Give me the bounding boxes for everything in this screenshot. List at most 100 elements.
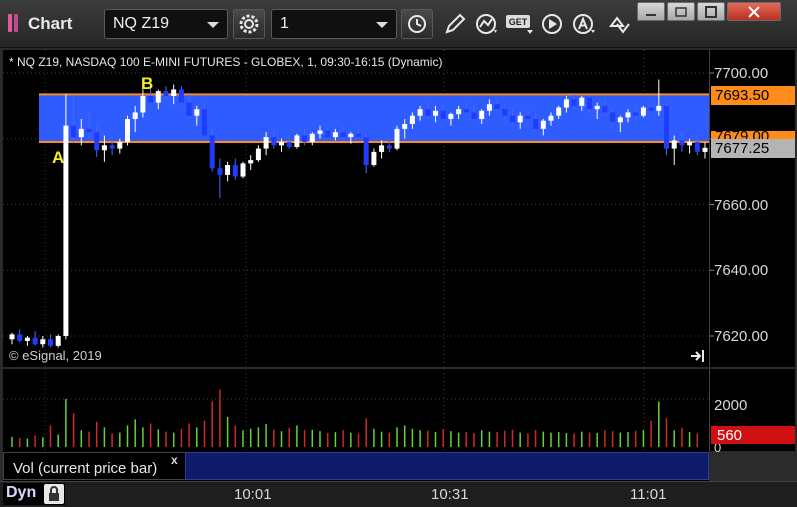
candle-body	[671, 140, 677, 149]
link-button[interactable]	[603, 10, 633, 38]
maximize-button[interactable]	[697, 2, 725, 21]
studies-button[interactable]	[472, 10, 502, 38]
candle-body	[55, 336, 61, 346]
candle-body	[78, 128, 84, 138]
candle-body	[148, 96, 154, 103]
price-plot-area[interactable]	[3, 50, 709, 367]
interval-input[interactable]: 1	[271, 9, 397, 39]
candle-body	[525, 115, 531, 120]
candle-body	[240, 163, 246, 177]
candle-body	[471, 112, 477, 120]
candle-body	[540, 120, 546, 129]
minimize-button[interactable]	[637, 2, 665, 21]
jump-to-end-icon	[691, 350, 704, 362]
candle-body	[440, 110, 446, 120]
candle-body	[325, 130, 331, 138]
candle-body	[101, 145, 107, 151]
candle-body	[178, 89, 184, 103]
candle-body	[517, 115, 523, 123]
candle-body	[32, 337, 38, 345]
chevron-down-icon[interactable]	[207, 22, 219, 28]
maximize-icon	[705, 5, 717, 18]
candle-body	[640, 107, 646, 116]
candle-body	[417, 109, 423, 116]
candle-body	[510, 115, 515, 123]
link-icon	[609, 16, 630, 34]
close-button[interactable]	[727, 2, 781, 21]
candle-body	[363, 137, 369, 166]
candle-body	[548, 115, 554, 121]
candle-body	[602, 105, 608, 113]
study-icon	[476, 14, 497, 34]
time-tick: 10:31	[431, 486, 469, 503]
candle-body	[209, 135, 215, 169]
candle-body	[633, 112, 639, 116]
candle-body	[24, 337, 30, 341]
candle-body	[371, 151, 377, 166]
current-price-tag: 7677.25	[711, 139, 795, 158]
candle-body	[648, 107, 654, 111]
candle-body	[217, 168, 223, 175]
candle-body	[379, 145, 385, 152]
candle-body	[617, 117, 623, 123]
copyright: © eSignal, 2019	[9, 348, 102, 363]
candle-body	[479, 110, 485, 120]
candle-body	[332, 132, 338, 138]
settings-button[interactable]	[233, 9, 265, 39]
candle-body	[433, 110, 438, 116]
close-icon	[748, 5, 760, 18]
price-tick: 7700.00	[714, 65, 769, 82]
candle-body	[394, 128, 400, 149]
jump-to-end-button[interactable]	[690, 349, 706, 368]
time-axis[interactable]	[0, 481, 797, 507]
restore-button[interactable]	[667, 2, 695, 21]
play-icon	[542, 14, 562, 34]
close-study-icon[interactable]: x	[171, 453, 178, 467]
draw-tool-button[interactable]	[440, 10, 470, 38]
minimize-icon	[646, 13, 656, 16]
candle-body	[140, 96, 146, 113]
candle-body	[463, 109, 469, 113]
volume-legend[interactable]: Vol (current price bar)	[3, 452, 186, 480]
alert-button[interactable]	[569, 10, 599, 38]
window-title: Chart	[28, 14, 73, 33]
chevron-down-icon[interactable]	[376, 22, 388, 28]
candle-body	[309, 133, 315, 143]
symbol-input[interactable]: NQ Z19	[104, 9, 228, 39]
chart-header: * NQ Z19, NASDAQ 100 E-MINI FUTURES - GL…	[9, 55, 443, 69]
symbol-value: NQ Z19	[113, 15, 170, 32]
time-tick: 11:01	[630, 486, 667, 503]
interval-clock-button[interactable]	[401, 9, 433, 39]
upper-zone-price-tag: 7693.50	[711, 86, 795, 105]
candle-body	[248, 160, 254, 164]
candle-body	[348, 133, 354, 138]
candle-body	[132, 112, 138, 120]
candle-body	[232, 165, 238, 177]
candle-body	[502, 109, 508, 116]
candle-body	[302, 135, 308, 143]
candle-body	[9, 334, 15, 340]
candle-body	[702, 147, 708, 152]
candle-body	[579, 97, 585, 106]
label-b: B	[141, 74, 154, 93]
candle-body	[486, 104, 492, 111]
lock-button[interactable]	[44, 484, 64, 504]
candle-body	[71, 125, 77, 138]
get-button[interactable]: GET	[505, 10, 535, 38]
candle-body	[563, 99, 569, 108]
candle-body	[656, 105, 662, 111]
candle-body	[202, 109, 207, 136]
candle-body	[386, 145, 392, 149]
candle-body	[425, 109, 431, 116]
interval-value: 1	[280, 15, 289, 32]
candle-body	[171, 89, 177, 97]
volume-plot-area[interactable]	[3, 369, 709, 451]
candle-body	[263, 137, 269, 149]
candle-body	[194, 109, 200, 116]
candle-body	[255, 148, 261, 161]
current-volume-tag: 560	[711, 426, 795, 444]
clock-icon	[408, 15, 426, 33]
play-button[interactable]	[537, 10, 567, 38]
pencil-icon	[445, 13, 466, 34]
candle-body	[155, 91, 161, 103]
